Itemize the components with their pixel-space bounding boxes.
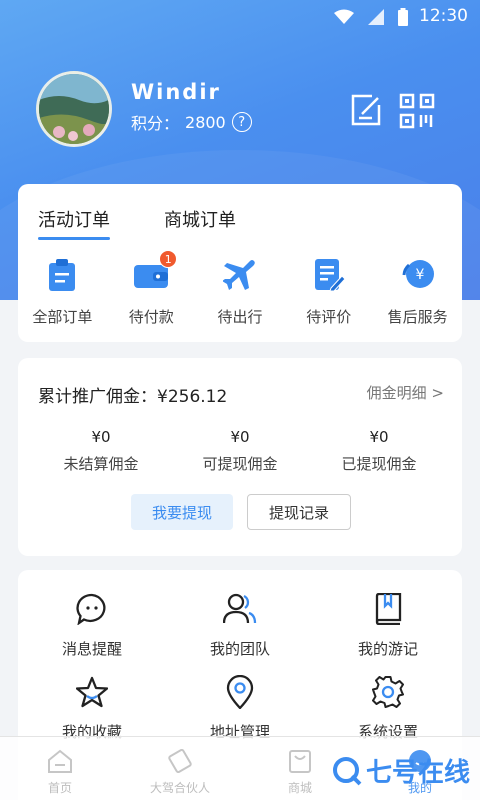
points-value: 2800 [185,112,226,132]
watermark-text: 七号在线 [366,758,471,788]
shop-bag-icon [289,750,311,773]
commission-title: 累计推广佣金：¥256.12 [38,387,228,407]
location-icon [226,675,254,709]
status-time: 12:30 [419,6,468,26]
stat-unsettled: ¥0 未结算佣金 [46,428,156,474]
withdraw-button[interactable]: 我要提现 [131,494,233,530]
points-label: 积分： [131,114,180,133]
stat-label: 已提现佣金 [341,455,417,473]
partner-icon [168,749,192,773]
travel-notes-icon [375,593,402,625]
menu-item-travel-notes[interactable]: 我的游记 [314,592,462,659]
status-bar: 12:30 [0,0,480,36]
qr-code-icon[interactable] [399,93,435,129]
commission-stats: ¥0 未结算佣金 ¥0 可提现佣金 ¥0 已提现佣金 [18,428,462,474]
menu-item-team[interactable]: 我的团队 [166,592,314,659]
username: Windir [131,80,221,104]
order-item-after-sales[interactable]: ¥ 售后服务 [373,256,462,327]
order-item-all[interactable]: 全部订单 [18,256,107,327]
stat-label: 未结算佣金 [63,455,139,473]
menu-item-address[interactable]: 地址管理 [166,675,314,742]
order-label-all: 全部订单 [32,308,93,326]
menu-label: 消息提醒 [61,640,122,658]
star-icon [76,676,108,708]
after-sales-glyph: ¥ [415,267,424,283]
message-icon [76,593,106,625]
watermark: 七号在线 [332,752,470,789]
help-icon[interactable]: ? [231,112,252,132]
wifi-icon [334,9,354,24]
order-item-pending-payment[interactable]: 1 待付款 [107,250,196,327]
battery-icon [398,8,408,26]
team-icon [223,593,257,624]
pending-payment-badge: 1 [159,250,178,268]
commission-detail-link[interactable]: 佣金明细 > [367,382,444,403]
menu-label: 我的游记 [357,640,418,658]
order-label-after-sales: 售后服务 [387,308,448,326]
airplane-icon [222,260,255,290]
stat-value: ¥0 [91,428,111,446]
nav-home[interactable]: 首页 [0,737,120,800]
stat-value: ¥0 [230,428,250,446]
edit-icon[interactable] [350,93,384,127]
watermark-logo-icon [333,756,362,785]
tab-activity-orders[interactable]: 活动订单 [38,206,110,240]
order-label-pending-review: 待评价 [306,308,352,326]
clipboard-icon [49,259,76,291]
stat-value: ¥0 [369,428,389,446]
nav-label: 首页 [47,781,72,795]
tab-mall-orders[interactable]: 商城订单 [164,206,236,232]
menu-item-messages[interactable]: 消息提醒 [18,592,166,659]
stat-withdrawn: ¥0 已提现佣金 [324,428,434,474]
menu-item-settings[interactable]: 系统设置 [314,675,462,742]
nav-label: 大驾合伙人 [149,781,210,795]
after-sales-icon: ¥ [402,260,434,288]
signal-icon [368,9,384,25]
stat-withdrawable: ¥0 可提现佣金 [185,428,295,474]
home-icon [48,749,72,773]
avatar[interactable] [36,71,112,147]
menu-item-favorites[interactable]: 我的收藏 [18,675,166,742]
commission-card: 累计推广佣金：¥256.12 佣金明细 > ¥0 未结算佣金 ¥0 可提现佣金 … [18,358,462,556]
nav-label: 商城 [287,781,312,795]
order-label-pending-travel: 待出行 [217,308,263,326]
order-status-row: 全部订单 1 待付款 待出行 待评价 ¥ 售后服务 [18,250,462,327]
points-row: 积分： 2800 ? [131,110,252,134]
order-item-pending-travel[interactable]: 待出行 [196,256,285,327]
order-item-pending-review[interactable]: 待评价 [284,256,373,327]
nav-partner[interactable]: 大驾合伙人 [120,737,240,800]
menu-label: 我的团队 [209,640,270,658]
order-label-pending-payment: 待付款 [128,308,174,326]
order-tabs: 活动订单 商城订单 [38,206,236,240]
menu-grid: 消息提醒 我的团队 我的游记 我的收藏 地址管理 系统设置 [18,592,462,742]
settings-icon [372,676,404,708]
withdraw-records-button[interactable]: 提现记录 [247,494,351,530]
orders-card: 活动订单 商城订单 全部订单 1 待付款 待出行 待评价 ¥ 售后服务 [18,184,462,342]
stat-label: 可提现佣金 [202,455,278,473]
review-edit-icon [314,259,345,292]
